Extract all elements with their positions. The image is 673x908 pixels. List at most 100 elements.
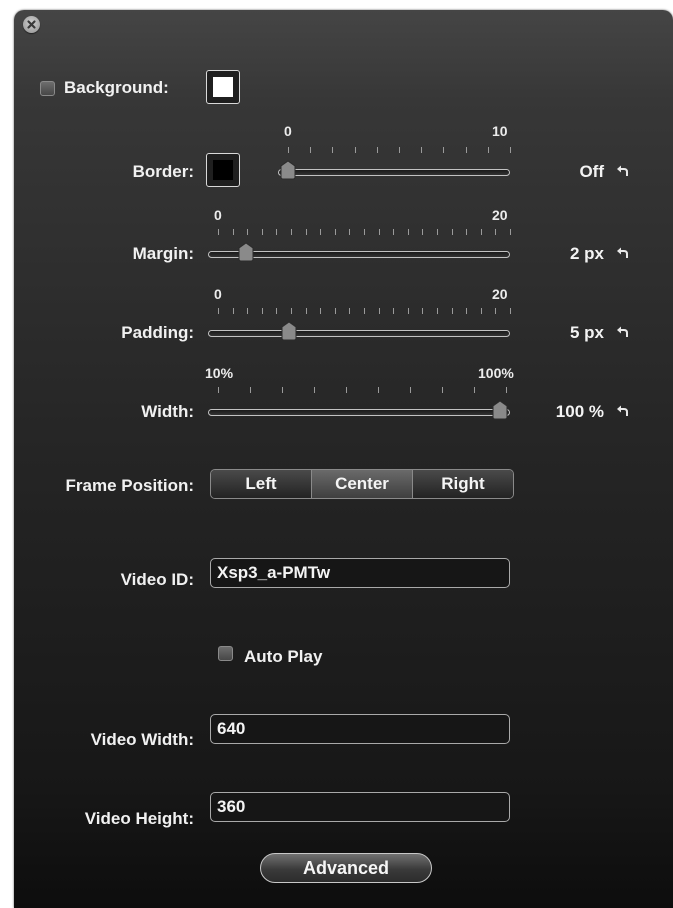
margin-tick [480, 229, 482, 235]
width-tick [410, 387, 411, 393]
border-tick [510, 147, 511, 153]
padding-tick [364, 308, 365, 314]
width-tick [474, 387, 475, 393]
width-ticks [218, 387, 507, 395]
padding-slider-thumb[interactable] [280, 321, 298, 341]
padding-tick [218, 308, 219, 314]
margin-tick [393, 229, 395, 235]
border-max-label: 10 [492, 123, 508, 139]
margin-tick [291, 229, 292, 235]
border-slider-track[interactable] [278, 169, 510, 176]
padding-slider-track[interactable] [208, 330, 510, 337]
width-slider-thumb[interactable] [491, 400, 509, 420]
frame-position-left-button[interactable]: Left [211, 470, 312, 498]
border-tick [376, 147, 378, 153]
margin-tick [495, 229, 497, 235]
border-reset-arrow-icon[interactable] [616, 164, 630, 178]
padding-tick [466, 308, 468, 314]
padding-tick [349, 308, 351, 314]
advanced-button[interactable]: Advanced [260, 853, 432, 883]
margin-tick [451, 229, 453, 235]
margin-tick [218, 229, 219, 235]
frame-position-center-button[interactable]: Center [312, 470, 413, 498]
margin-tick [407, 229, 409, 235]
margin-tick [378, 229, 380, 235]
width-tick [346, 387, 347, 393]
margin-tick [276, 229, 278, 235]
auto-play-checkbox[interactable] [218, 646, 233, 661]
border-tick [354, 147, 356, 153]
border-tick [487, 147, 489, 153]
margin-tick [364, 229, 365, 235]
margin-value: 2 px [569, 244, 604, 263]
margin-tick [334, 229, 336, 235]
width-tick [282, 387, 283, 393]
close-button[interactable] [23, 16, 40, 33]
width-tick [250, 387, 251, 393]
padding-tick [480, 308, 482, 314]
video-height-field[interactable] [210, 792, 510, 822]
padding-tick [378, 308, 380, 314]
auto-play-label: Auto Play [244, 647, 323, 666]
inspector-panel: Background: 0 10 Border: Off 0 20 Margin… [14, 10, 673, 908]
border-tick [399, 147, 400, 153]
padding-tick [291, 308, 292, 314]
margin-tick [261, 229, 263, 235]
video-width-label: Video Width: [90, 730, 194, 749]
padding-tick [495, 308, 497, 314]
margin-tick [422, 229, 424, 235]
margin-reset-arrow-icon[interactable] [616, 246, 630, 260]
video-id-label: Video ID: [120, 570, 194, 589]
background-color-fill [213, 77, 233, 97]
margin-tick [247, 229, 249, 235]
frame-position-right-button[interactable]: Right [413, 470, 513, 498]
margin-min-label: 0 [214, 207, 222, 223]
border-slider-thumb[interactable] [279, 160, 297, 180]
width-slider-track[interactable] [208, 409, 510, 416]
width-min-label: 10% [205, 365, 234, 381]
frame-position-label: Frame Position: [65, 476, 194, 495]
background-checkbox[interactable] [40, 81, 55, 96]
width-tick [218, 387, 219, 393]
padding-max-label: 20 [492, 286, 508, 302]
margin-tick [510, 229, 511, 235]
margin-tick [466, 229, 468, 235]
padding-reset-arrow-icon[interactable] [616, 325, 630, 339]
margin-tick [232, 229, 234, 235]
width-value: 100 % [555, 402, 604, 421]
padding-tick [276, 308, 278, 314]
border-color-swatch[interactable] [206, 153, 240, 187]
border-ticks [288, 147, 511, 155]
border-label: Border: [132, 162, 194, 181]
video-id-field[interactable] [210, 558, 510, 588]
padding-value: 5 px [569, 323, 604, 342]
margin-ticks [218, 229, 511, 237]
padding-tick [393, 308, 395, 314]
padding-min-label: 0 [214, 286, 222, 302]
margin-slider-thumb[interactable] [237, 242, 255, 262]
border-tick [421, 147, 423, 153]
margin-tick [305, 229, 307, 235]
border-tick [443, 147, 445, 153]
border-color-fill [213, 160, 233, 180]
border-tick [465, 147, 467, 153]
video-width-field[interactable] [210, 714, 510, 744]
width-tick [378, 387, 379, 393]
padding-ticks [218, 308, 511, 316]
padding-label: Padding: [121, 323, 194, 342]
width-tick [314, 387, 315, 393]
padding-tick [232, 308, 234, 314]
width-tick [506, 387, 507, 393]
border-tick [288, 147, 289, 153]
padding-tick [305, 308, 307, 314]
padding-tick [320, 308, 322, 314]
width-tick [442, 387, 443, 393]
margin-tick [437, 229, 438, 235]
background-color-swatch[interactable] [206, 70, 240, 104]
video-height-label: Video Height: [84, 809, 194, 828]
width-label: Width: [141, 402, 194, 421]
width-reset-arrow-icon[interactable] [616, 404, 630, 418]
margin-tick [349, 229, 351, 235]
border-tick [332, 147, 334, 153]
padding-tick [261, 308, 263, 314]
